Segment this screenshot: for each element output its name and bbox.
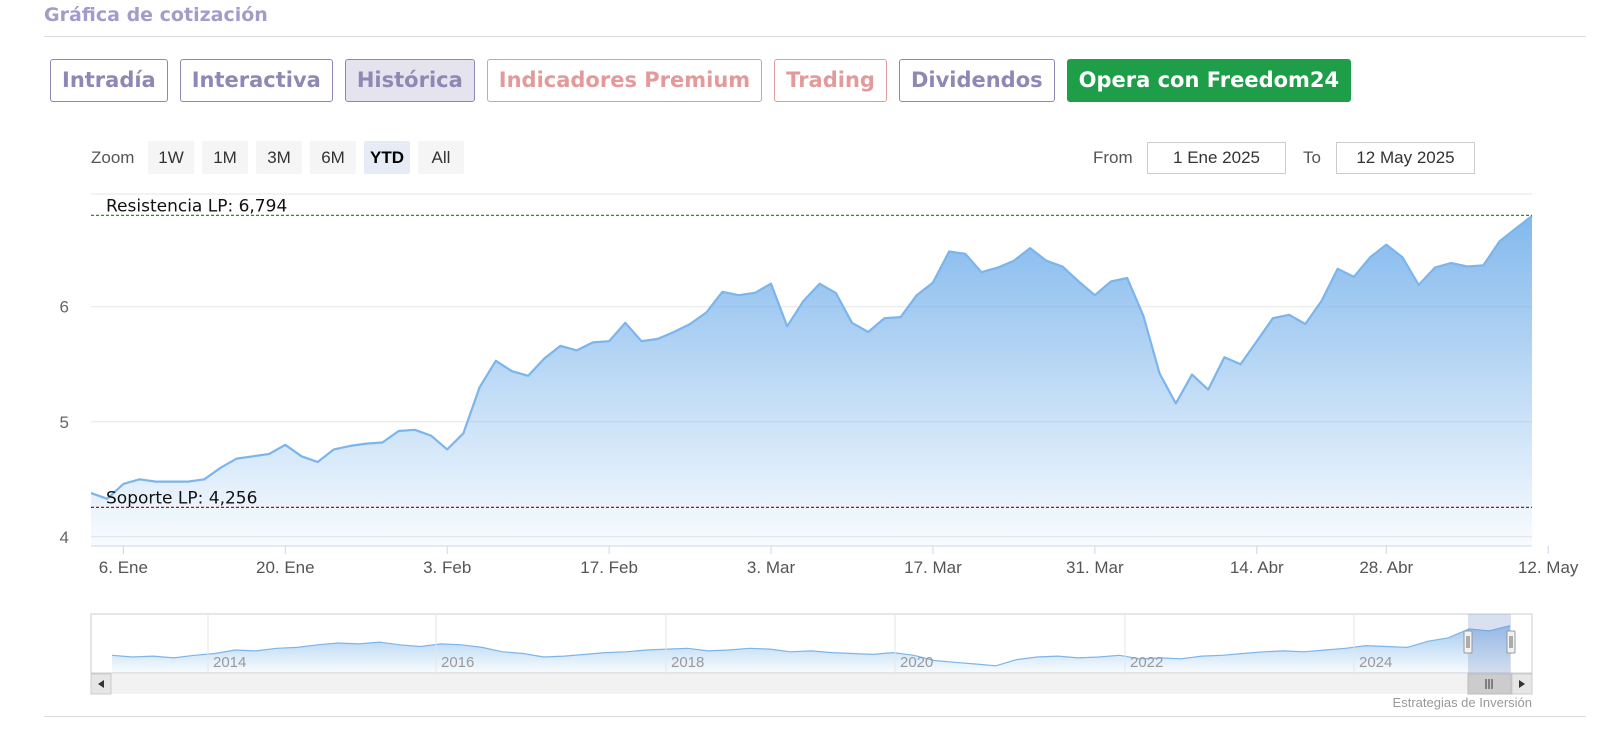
navigator[interactable]: 2014 2016 2018 2020 2022 2024 <box>90 613 1533 695</box>
resistance-label: Resistencia LP: 6,794 <box>106 196 287 216</box>
price-chart: Resistencia LP: 6,794 Soporte LP: 4,256 4… <box>60 193 1579 695</box>
x-tick-label: 31. Mar <box>1066 558 1124 577</box>
x-tick-label: 3. Feb <box>423 558 471 577</box>
navigator-year-label: 2014 <box>213 654 246 671</box>
navigator-year-label: 2016 <box>441 654 474 671</box>
x-tick-label: 17. Feb <box>580 558 638 577</box>
scrollbar-track <box>91 674 1532 694</box>
area-layer <box>90 215 1533 546</box>
x-tick-label: 20. Ene <box>256 558 315 577</box>
support-label: Soporte LP: 4,256 <box>106 488 257 508</box>
navigator-year-label: 2024 <box>1359 654 1392 671</box>
navigator-right-handle[interactable] <box>1506 630 1516 654</box>
x-tick-label: 28. Abr <box>1359 558 1413 577</box>
navigator-year-label: 2022 <box>1130 654 1163 671</box>
navigator-left-handle[interactable] <box>1463 630 1473 654</box>
navigator-selection <box>1468 614 1511 673</box>
x-tick-label: 6. Ene <box>99 558 148 577</box>
x-tick-label: 3. Mar <box>747 558 796 577</box>
navigator-year-label: 2020 <box>900 654 933 671</box>
bottom-divider <box>44 716 1586 717</box>
credit-label: Estrategias de Inversión <box>1392 695 1532 710</box>
navigator-year-label: 2018 <box>671 654 704 671</box>
y-tick-label: 6 <box>60 298 69 317</box>
series-area <box>91 215 1532 546</box>
x-tick-label: 12. May <box>1518 558 1579 577</box>
y-tick-label: 5 <box>60 413 69 432</box>
x-tick-label: 17. Mar <box>904 558 962 577</box>
x-tick-label: 14. Abr <box>1230 558 1284 577</box>
y-tick-label: 4 <box>60 528 69 547</box>
